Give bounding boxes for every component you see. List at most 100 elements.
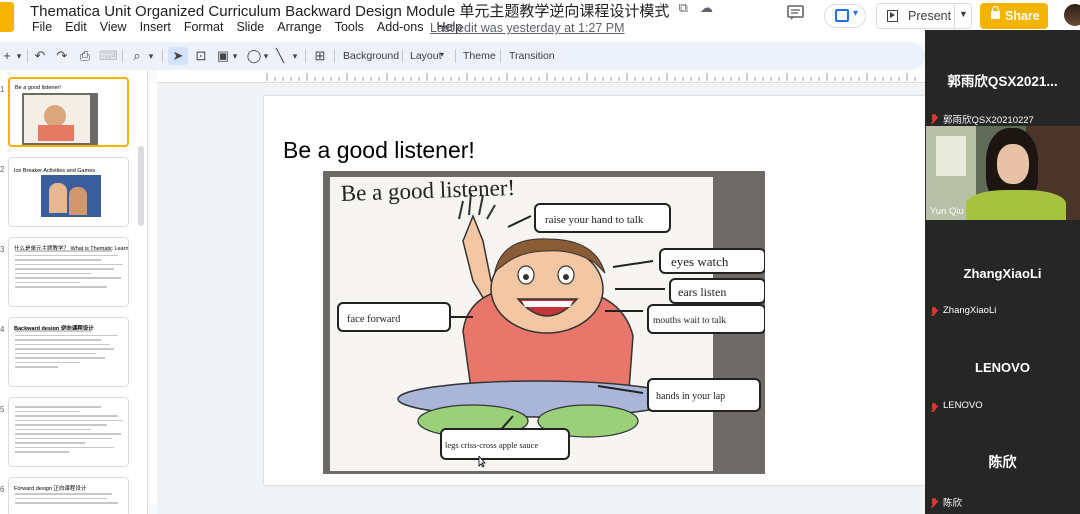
thumbnail-text-lines xyxy=(15,250,123,291)
present-label: Present xyxy=(908,9,952,23)
toolbar-separator xyxy=(402,49,403,63)
participant-tile[interactable]: ZhangXiaoLi ZhangXiaoLi xyxy=(925,220,1080,316)
share-button[interactable]: Share xyxy=(980,3,1048,29)
slide-number: 3 xyxy=(0,245,5,254)
horizontal-ruler[interactable] xyxy=(157,70,925,83)
document-title[interactable]: Thematica Unit Organized Curriculum Back… xyxy=(30,0,669,21)
participant-tile[interactable]: 郭雨欣QSX2021... 郭雨欣QSX20210227 xyxy=(925,30,1080,126)
theme-button[interactable]: Theme xyxy=(463,50,496,62)
menu-file[interactable]: File xyxy=(32,20,52,34)
thumbnail-text-lines xyxy=(15,406,123,456)
last-edit-link[interactable]: Last edit was yesterday at 1:27 PM xyxy=(430,21,625,35)
shape-chevron-icon[interactable]: ▾ xyxy=(261,47,271,65)
layout-button[interactable]: Layout xyxy=(410,50,442,62)
transition-button[interactable]: Transition xyxy=(509,50,555,62)
slide-thumbnail[interactable]: 什么是单元主题教学？ What is Thematic Learning? xyxy=(8,237,129,307)
line-chevron-icon[interactable]: ▾ xyxy=(290,47,300,65)
participant-name-large: ZhangXiaoLi xyxy=(963,266,1042,281)
vertical-ruler[interactable] xyxy=(150,83,157,503)
slide-thumbnail[interactable]: Be a good listener! xyxy=(8,77,129,147)
present-to-meeting-button[interactable]: ▾ xyxy=(824,4,866,28)
menu-slide[interactable]: Slide xyxy=(236,20,264,34)
video-call-panel: 郭雨欣QSX2021... 郭雨欣QSX20210227 Yun Qiu Zha… xyxy=(925,30,1080,514)
menu-edit[interactable]: Edit xyxy=(65,20,87,34)
undo-icon[interactable]: ↶ xyxy=(32,47,48,65)
thumbnail-title: Ice Breaker Activities and Games xyxy=(14,168,96,174)
participant-tile[interactable]: LENOVO LENOVO xyxy=(925,316,1080,412)
toolbar-separator xyxy=(305,49,306,63)
present-options-chevron-icon[interactable]: ▼ xyxy=(959,9,968,19)
mouse-cursor-icon xyxy=(478,454,486,468)
star-icon[interactable]: ☆ xyxy=(655,0,667,16)
account-avatar[interactable] xyxy=(1062,2,1080,28)
zoom-chevron-icon[interactable]: ▾ xyxy=(146,47,156,65)
participant-label: 陈欣 xyxy=(943,498,963,509)
toolbar-separator xyxy=(334,49,335,63)
poster-label: raise your hand to talk xyxy=(545,214,644,226)
participant-label: LENOVO xyxy=(943,400,983,411)
slide-thumbnail[interactable]: Ice Breaker Activities and Games xyxy=(8,157,129,227)
layout-chevron-icon[interactable]: ▾ xyxy=(440,50,444,59)
poster-label: hands in your lap xyxy=(656,391,725,402)
select-cursor-icon[interactable]: ➤ xyxy=(168,47,188,65)
participant-video[interactable]: Yun Qiu xyxy=(926,126,1080,220)
redo-icon[interactable]: ↷ xyxy=(54,47,70,65)
print-icon[interactable]: ⎙ xyxy=(76,47,94,65)
slide-thumbnail[interactable]: Backward design 逆向课程设计 xyxy=(8,317,129,387)
cloud-status-icon[interactable]: ☁ xyxy=(700,0,713,16)
toolbar-separator xyxy=(162,49,163,63)
slides-logo-icon[interactable] xyxy=(0,2,14,32)
toolbar-separator xyxy=(455,49,456,63)
text-box-icon[interactable]: ⊡ xyxy=(192,47,210,65)
slide-image[interactable]: Be a good listener! raise your hand to t… xyxy=(323,171,765,474)
new-slide-chevron-icon[interactable]: ▾ xyxy=(14,47,24,65)
slide-number: 1 xyxy=(0,85,5,94)
toolbar-separator xyxy=(122,49,123,63)
participant-name-large: LENOVO xyxy=(975,360,1030,375)
poster-illustration: Be a good listener! raise your hand to t… xyxy=(337,175,765,460)
poster-label: eyes watch xyxy=(671,254,729,269)
slide-number: 5 xyxy=(0,405,5,414)
chevron-down-icon: ▾ xyxy=(853,8,859,19)
title-bar: Thematica Unit Organized Curriculum Back… xyxy=(0,0,1080,42)
muted-mic-icon xyxy=(930,498,938,508)
participant-label: 郭雨欣QSX20210227 xyxy=(943,115,1034,126)
menu-insert[interactable]: Insert xyxy=(140,20,171,34)
poster-heading: Be a good listener! xyxy=(340,175,515,206)
menu-bar: File Edit View Insert Format Slide Arran… xyxy=(32,20,475,34)
present-button[interactable]: Present ▼ xyxy=(876,3,972,29)
slide-thumbnail[interactable] xyxy=(8,397,129,467)
thumbnail-text-lines xyxy=(15,330,123,371)
slide-thumbnail[interactable]: Forward design 正向课程设计 xyxy=(8,477,129,514)
menu-arrange[interactable]: Arrange xyxy=(277,20,321,34)
toolbar-separator xyxy=(500,49,501,63)
slide-filmstrip[interactable]: 1 Be a good listener! 2 Ice Breaker Acti… xyxy=(0,70,148,514)
thumbnail-image xyxy=(41,175,101,217)
filmstrip-scrollbar[interactable] xyxy=(138,146,144,226)
menu-tools[interactable]: Tools xyxy=(335,20,364,34)
paint-format-icon[interactable]: ⌨ xyxy=(99,47,118,65)
participant-tile[interactable]: 陈欣 陈欣 xyxy=(925,412,1080,514)
new-slide-icon[interactable]: + xyxy=(0,47,14,65)
zoom-icon[interactable]: ⌕ xyxy=(128,47,146,65)
thumbnail-title: Be a good listener! xyxy=(15,85,61,91)
slide-number: 6 xyxy=(0,485,5,494)
share-label: Share xyxy=(1005,9,1040,23)
participant-name-large: 陈欣 xyxy=(988,454,1017,470)
slides-app: Thematica Unit Organized Curriculum Back… xyxy=(0,0,1080,514)
slide-number: 2 xyxy=(0,165,5,174)
move-folder-icon[interactable]: ⧉ xyxy=(679,0,688,16)
lock-icon xyxy=(991,6,1000,19)
menu-addons[interactable]: Add-ons xyxy=(377,20,424,34)
thumbnail-title: Forward design 正向课程设计 xyxy=(14,486,87,492)
comment-history-icon[interactable] xyxy=(787,5,809,25)
add-comment-icon[interactable]: ⊞ xyxy=(311,47,329,65)
participant-name-large: 郭雨欣QSX2021... xyxy=(947,74,1058,89)
image-chevron-icon[interactable]: ▾ xyxy=(230,47,240,65)
background-button[interactable]: Background xyxy=(343,50,399,62)
menu-view[interactable]: View xyxy=(100,20,127,34)
menu-format[interactable]: Format xyxy=(184,20,224,34)
line-icon[interactable]: ╲ xyxy=(272,47,288,65)
present-play-icon xyxy=(887,10,898,22)
slide-title[interactable]: Be a good listener! xyxy=(283,137,475,164)
